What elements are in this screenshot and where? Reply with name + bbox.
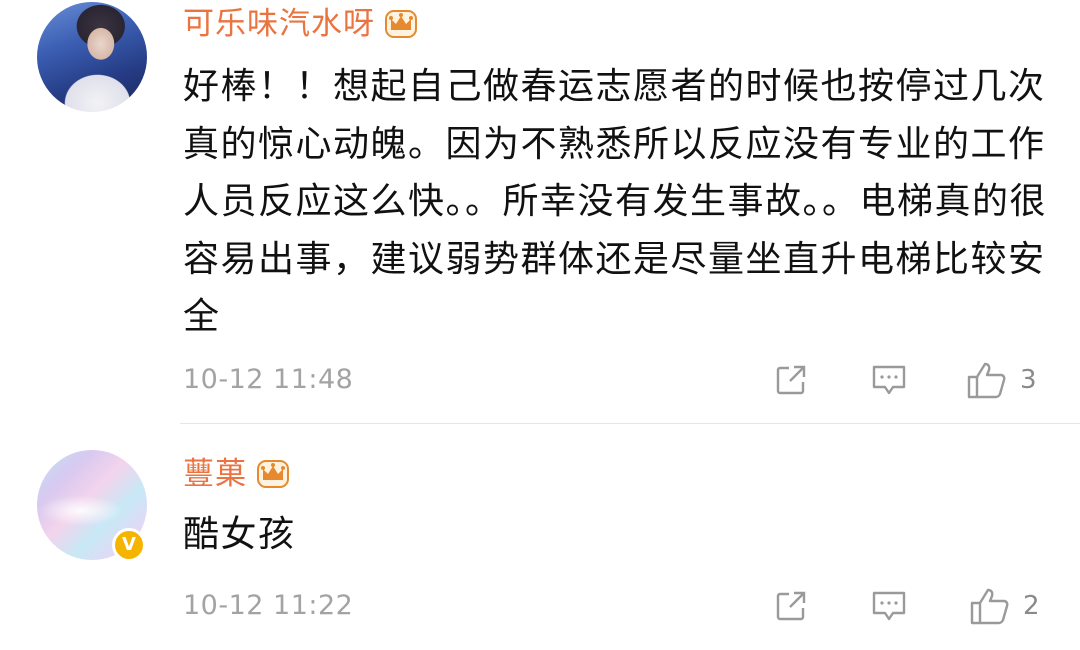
comment-divider — [180, 423, 1080, 424]
vip-crown-icon[interactable] — [383, 8, 419, 40]
user-avatar[interactable] — [37, 2, 147, 112]
share-icon — [776, 591, 806, 621]
comment-icon — [872, 365, 906, 395]
verified-badge-icon: V — [112, 528, 146, 562]
comment-text: 好棒！！想起自己做春运志愿者的时候也按停过几次真的惊心动魄。因为不熟悉所以反应没… — [183, 66, 1048, 337]
vip-crown-icon[interactable] — [255, 458, 291, 490]
thumbs-up-icon — [970, 588, 1009, 625]
reply-button[interactable] — [870, 360, 908, 400]
share-icon — [776, 365, 806, 395]
comment-item: 可乐味汽水呀 好棒！！想起自己做春运志愿者的时候也按停过几次真的惊心动魄。因为不… — [0, 0, 1080, 420]
comment-meta: 10-12 11:48 3 — [183, 360, 1080, 400]
comment-meta: 10-12 11:22 2 — [183, 586, 1080, 626]
username-row: 蘴菓 — [183, 452, 291, 496]
comment-text: 酷女孩 — [183, 514, 296, 555]
reply-button[interactable] — [870, 586, 908, 626]
like-count: 2 — [1023, 591, 1040, 621]
username-link[interactable]: 可乐味汽水呀 — [183, 2, 375, 46]
comment-timestamp: 10-12 11:48 — [183, 364, 354, 395]
comment-list: 可乐味汽水呀 好棒！！想起自己做春运志愿者的时候也按停过几次真的惊心动魄。因为不… — [0, 0, 1080, 650]
share-button[interactable] — [773, 360, 809, 400]
comment-timestamp: 10-12 11:22 — [183, 590, 354, 621]
comment-icon — [872, 591, 906, 621]
like-button[interactable]: 2 — [969, 586, 1040, 626]
like-count: 3 — [1020, 365, 1037, 395]
like-button[interactable]: 3 — [966, 360, 1037, 400]
share-button[interactable] — [773, 586, 809, 626]
comment-item: V 蘴菓 酷女孩 10-12 11:22 2 — [0, 448, 1080, 650]
thumbs-up-icon — [967, 362, 1006, 399]
username-link[interactable]: 蘴菓 — [183, 452, 247, 496]
username-row: 可乐味汽水呀 — [183, 2, 419, 46]
